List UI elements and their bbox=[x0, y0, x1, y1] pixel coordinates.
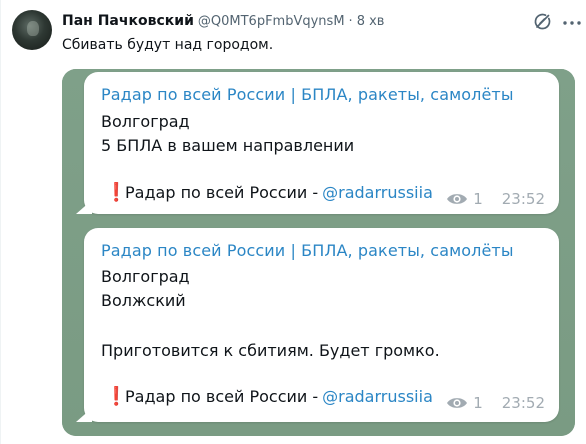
channel-title: Радар по всей России | БПЛА, ракеты, сам… bbox=[101, 241, 514, 260]
exclamation-icon: ❗ bbox=[105, 386, 128, 407]
media-image[interactable]: Радар по всей России | БПЛА, ракеты, сам… bbox=[62, 69, 575, 436]
eye-icon bbox=[447, 194, 468, 204]
message-line: Волгоград bbox=[101, 112, 190, 131]
post-header: Пан Пачковский @Q0MT6pFmbVqynsM · 8 хв bbox=[62, 13, 384, 33]
post-text: Сбивать будут над городом. bbox=[62, 37, 274, 53]
author-handle[interactable]: @Q0MT6pFmbVqynsM bbox=[198, 14, 345, 29]
message-time: 23:52 bbox=[501, 394, 545, 412]
message-meta: 1 23:52 bbox=[446, 394, 545, 412]
author-name[interactable]: Пан Пачковский bbox=[62, 13, 194, 29]
message-line: Приготовится к сбитиям. Будет громко. bbox=[101, 341, 440, 360]
channel-title: Радар по всей России | БПЛА, ракеты, сам… bbox=[101, 85, 514, 104]
post: Пан Пачковский @Q0MT6pFmbVqynsM · 8 хв С… bbox=[0, 0, 586, 444]
signature-text: Радар по всей России - bbox=[125, 387, 319, 406]
eye-icon bbox=[447, 398, 468, 408]
avatar-figure bbox=[27, 21, 39, 36]
message-meta: 1 23:52 bbox=[446, 190, 545, 208]
grok-icon[interactable] bbox=[532, 12, 552, 32]
message-bubble: Радар по всей России | БПЛА, ракеты, сам… bbox=[84, 228, 559, 422]
more-icon[interactable] bbox=[563, 21, 581, 25]
message-line: Волгоград bbox=[101, 267, 190, 286]
signature-link: @radarrussiia bbox=[322, 387, 433, 406]
exclamation-icon: ❗ bbox=[105, 182, 128, 203]
message-bubble: Радар по всей России | БПЛА, ракеты, сам… bbox=[84, 72, 559, 214]
signature-text: Радар по всей России - bbox=[125, 183, 319, 202]
view-count: 1 bbox=[473, 190, 483, 208]
post-time[interactable]: 8 хв bbox=[357, 14, 385, 29]
message-line: 5 БПЛА в вашем направлении bbox=[101, 136, 355, 155]
message-time: 23:52 bbox=[501, 190, 545, 208]
message-signature: ❗ Радар по всей России - @radarrussiia bbox=[105, 386, 433, 407]
signature-link: @radarrussiia bbox=[322, 183, 433, 202]
message-line: Волжский bbox=[101, 291, 186, 310]
view-count: 1 bbox=[473, 394, 483, 412]
message-signature: ❗ Радар по всей России - @radarrussiia bbox=[105, 182, 433, 203]
avatar[interactable] bbox=[12, 10, 52, 50]
header-separator: · bbox=[348, 14, 353, 29]
